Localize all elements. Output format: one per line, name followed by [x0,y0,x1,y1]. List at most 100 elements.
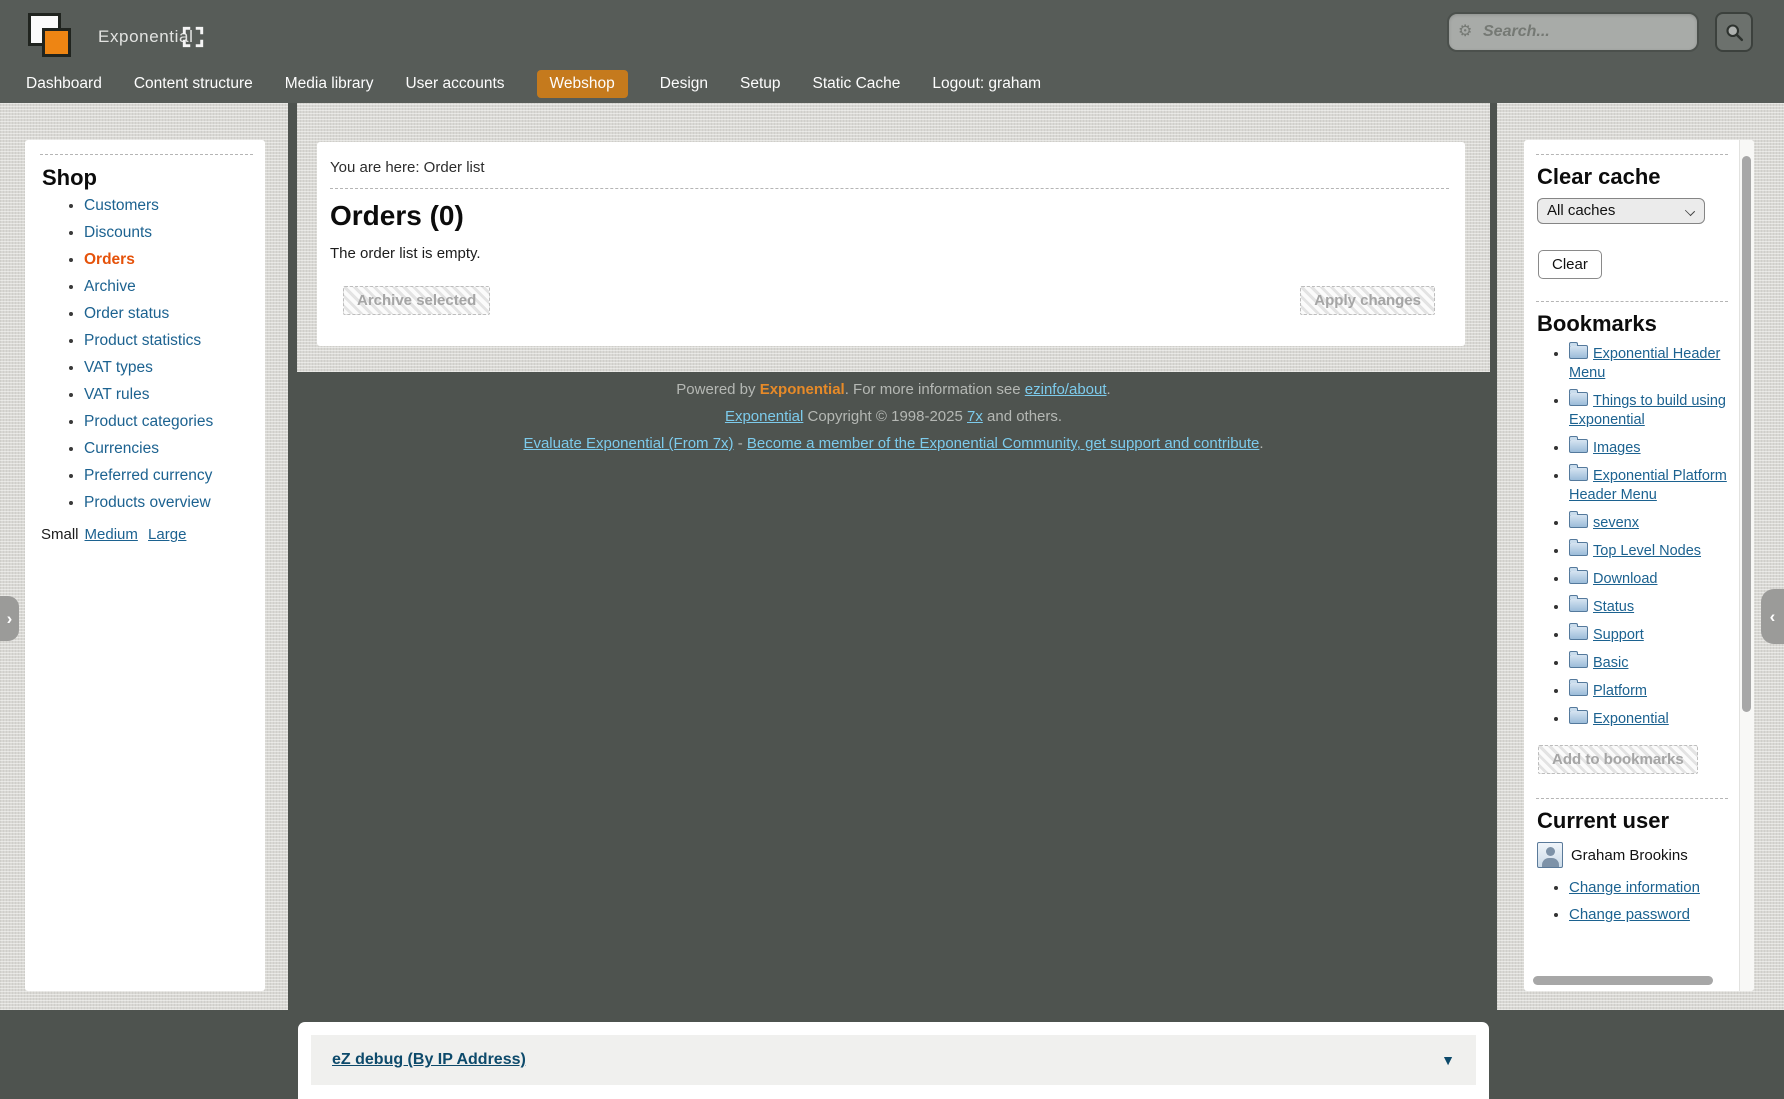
nav-media-library[interactable]: Media library [285,70,374,98]
shop-item-orders-active[interactable]: Orders [84,251,135,268]
shop-item-customers[interactable]: Customers [84,197,159,214]
exponential-logo-icon[interactable] [28,13,80,63]
divider [1536,154,1728,155]
size-small-current: Small [41,526,79,543]
list-item: Support [1569,626,1728,645]
breadcrumb: You are here: Order list [330,159,1449,176]
menu-size-controls: Small Medium Large [41,526,253,543]
bookmark-link[interactable]: Exponential Header Menu [1569,346,1720,381]
evaluate-link[interactable]: Evaluate Exponential (From 7x) [523,435,733,452]
size-large-link[interactable]: Large [148,526,186,543]
vertical-scrollbar-thumb[interactable] [1742,156,1751,712]
add-to-bookmarks-button[interactable]: Add to bookmarks [1538,745,1698,774]
list-item: Exponential Platform Header Menu [1569,467,1728,505]
current-user-row: Graham Brookins [1537,842,1728,868]
list-item: Currencies [84,440,253,458]
footer-brand: Exponential [760,381,845,398]
cache-select-value: All caches [1547,202,1615,219]
search-area: ⚙ [1447,12,1699,52]
exponential-link[interactable]: Exponential [725,408,803,425]
apply-changes-button[interactable]: Apply changes [1300,286,1435,315]
archive-selected-button[interactable]: Archive selected [343,286,490,315]
divider [330,188,1449,189]
size-medium-link[interactable]: Medium [85,526,138,543]
list-item: Product statistics [84,332,253,350]
fullscreen-icon[interactable] [182,26,204,48]
shop-item-discounts[interactable]: Discounts [84,224,152,241]
sevenx-link[interactable]: 7x [967,408,983,425]
bookmark-link[interactable]: Top Level Nodes [1593,543,1701,559]
shop-item-vat-rules[interactable]: VAT rules [84,386,149,403]
list-item: Download [1569,570,1728,589]
list-item: Change password [1569,905,1728,924]
collapse-left-panel-tab[interactable]: › [0,596,19,641]
vertical-scrollbar [1739,140,1754,991]
bookmark-link[interactable]: sevenx [1593,515,1639,531]
top-header: Exponential Dashboard Content structure … [0,0,1784,103]
folder-icon [1569,439,1588,453]
list-item: sevenx [1569,514,1728,533]
change-information-link[interactable]: Change information [1569,879,1700,896]
shop-item-currencies[interactable]: Currencies [84,440,159,457]
folder-icon [1569,542,1588,556]
bookmark-link[interactable]: Basic [1593,655,1628,671]
shop-menu-title: Shop [42,165,253,191]
nav-content-structure[interactable]: Content structure [134,70,253,98]
bookmark-link[interactable]: Download [1593,571,1658,587]
folder-icon [1569,570,1588,584]
divider [1536,798,1728,799]
nav-static-cache[interactable]: Static Cache [813,70,901,98]
brand-title: Exponential [98,27,193,47]
current-user-name: Graham Brookins [1571,847,1688,864]
ez-debug-link[interactable]: eZ debug (By IP Address) [332,1051,526,1069]
shop-item-product-statistics[interactable]: Product statistics [84,332,201,349]
horizontal-scrollbar-thumb[interactable] [1533,976,1713,985]
shop-item-order-status[interactable]: Order status [84,305,169,322]
nav-webshop[interactable]: Webshop [537,70,628,98]
debug-header-bar: eZ debug (By IP Address) ▼ [311,1035,1476,1085]
shop-item-products-overview[interactable]: Products overview [84,494,211,511]
nav-setup[interactable]: Setup [740,70,781,98]
list-item: Preferred currency [84,467,253,485]
footer-line-copyright: Exponential Copyright © 1998-2025 7x and… [297,403,1490,430]
nav-user-accounts[interactable]: User accounts [405,70,504,98]
search-input[interactable] [1447,12,1699,52]
search-button[interactable] [1715,12,1753,52]
list-item: Things to build using Exponential [1569,392,1728,430]
list-item: Products overview [84,494,253,512]
bookmark-link[interactable]: Exponential [1593,711,1669,727]
chevron-left-icon: ‹ [1770,607,1776,627]
cache-type-select[interactable]: All caches [1537,198,1705,224]
clear-cache-button[interactable]: Clear [1538,250,1602,279]
left-column: Shop Customers Discounts Orders Archive … [0,103,288,1010]
folder-icon [1569,514,1588,528]
current-user-title: Current user [1537,808,1728,834]
shop-item-archive[interactable]: Archive [84,278,136,295]
bookmark-link[interactable]: Support [1593,627,1644,643]
nav-logout[interactable]: Logout: graham [932,70,1041,98]
ezinfo-about-link[interactable]: ezinfo/about [1025,381,1107,398]
collapse-right-panel-tab[interactable]: ‹ [1761,589,1784,644]
bookmark-link[interactable]: Things to build using Exponential [1569,393,1726,428]
shop-item-preferred-currency[interactable]: Preferred currency [84,467,212,484]
shop-item-vat-types[interactable]: VAT types [84,359,153,376]
bookmark-link[interactable]: Exponential Platform Header Menu [1569,468,1727,503]
bookmark-link[interactable]: Images [1593,440,1641,456]
list-item: Top Level Nodes [1569,542,1728,561]
bookmark-link[interactable]: Status [1593,599,1634,615]
nav-dashboard[interactable]: Dashboard [26,70,102,98]
list-item: VAT rules [84,386,253,404]
debug-collapse-icon[interactable]: ▼ [1441,1052,1455,1068]
nav-design[interactable]: Design [660,70,708,98]
bookmarks-title: Bookmarks [1537,311,1728,337]
folder-icon [1569,467,1588,481]
change-password-link[interactable]: Change password [1569,906,1690,923]
list-item: Orders [84,251,253,269]
chevron-down-icon [1685,206,1695,216]
community-link[interactable]: Become a member of the Exponential Commu… [747,435,1260,452]
shop-item-product-categories[interactable]: Product categories [84,413,213,430]
logo-orange-square [42,28,71,57]
list-item: Images [1569,439,1728,458]
folder-icon [1569,392,1588,406]
bookmark-link[interactable]: Platform [1593,683,1647,699]
